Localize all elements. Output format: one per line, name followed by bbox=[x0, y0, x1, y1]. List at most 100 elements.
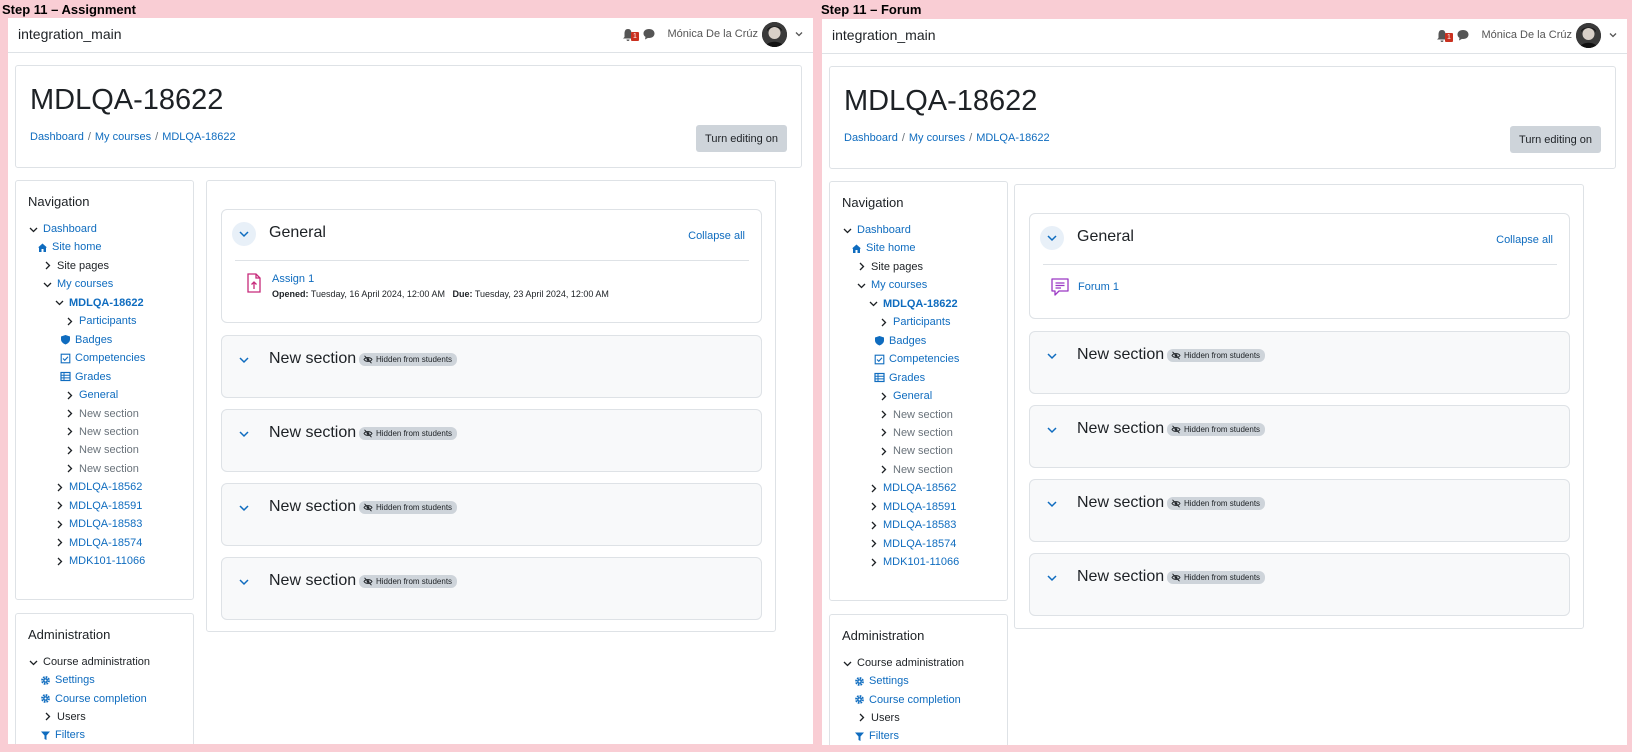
user-name[interactable]: Mónica De la Crúz bbox=[1482, 29, 1572, 41]
admin-item-course-completion[interactable]: Course completion bbox=[854, 692, 961, 708]
nav-item-competencies[interactable]: Competencies bbox=[60, 350, 145, 366]
general-section-title[interactable]: General bbox=[1077, 228, 1134, 246]
nav-item-mdlqa-18622[interactable]: MDLQA-18622 bbox=[54, 295, 144, 311]
collapse-all-link[interactable]: Collapse all bbox=[688, 230, 745, 242]
breadcrumb-course[interactable]: MDLQA-18622 bbox=[976, 132, 1049, 144]
nav-item-new-section[interactable]: New section bbox=[64, 406, 139, 422]
nav-item-mdlqa-18574[interactable]: MDLQA-18574 bbox=[54, 535, 142, 551]
chevron-down-icon[interactable] bbox=[1608, 30, 1618, 40]
section-collapse-toggle[interactable] bbox=[1040, 492, 1064, 516]
section-collapse-toggle[interactable] bbox=[232, 570, 256, 594]
section-collapse-toggle[interactable] bbox=[232, 348, 256, 372]
admin-item-filters[interactable]: Filters bbox=[40, 727, 85, 743]
nav-item-grades[interactable]: Grades bbox=[874, 370, 925, 386]
new-section-card: New section Hidden from students bbox=[221, 409, 762, 472]
nav-item-mdk101-11066[interactable]: MDK101-11066 bbox=[54, 553, 145, 569]
nav-item-site-home[interactable]: Site home bbox=[851, 240, 916, 256]
section-collapse-toggle[interactable] bbox=[1040, 344, 1064, 368]
nav-item-badges[interactable]: Badges bbox=[874, 333, 926, 349]
turn-editing-on-button[interactable]: Turn editing on bbox=[1510, 126, 1601, 153]
section-title[interactable]: New section bbox=[1077, 420, 1164, 438]
nav-item-new-section[interactable]: New section bbox=[878, 425, 953, 441]
admin-item-settings[interactable]: Settings bbox=[40, 672, 95, 688]
section-title[interactable]: New section bbox=[1077, 494, 1164, 512]
section-collapse-toggle[interactable] bbox=[1040, 566, 1064, 590]
tree-item-label: MDLQA-18583 bbox=[69, 518, 143, 531]
site-name-link[interactable]: integration_main bbox=[18, 26, 122, 42]
nav-item-site-home[interactable]: Site home bbox=[37, 239, 102, 255]
nav-item-participants[interactable]: Participants bbox=[64, 313, 136, 329]
section-title[interactable]: New section bbox=[1077, 568, 1164, 586]
nav-item-mdlqa-18591[interactable]: MDLQA-18591 bbox=[868, 499, 956, 515]
section-collapse-toggle[interactable] bbox=[232, 496, 256, 520]
admin-item-users[interactable]: Users bbox=[42, 709, 86, 725]
breadcrumb-dashboard[interactable]: Dashboard bbox=[844, 132, 898, 144]
admin-item-filters[interactable]: Filters bbox=[854, 728, 899, 744]
section-title[interactable]: New section bbox=[1077, 346, 1164, 364]
site-name-link[interactable]: integration_main bbox=[832, 27, 936, 43]
nav-item-dashboard[interactable]: Dashboard bbox=[28, 221, 97, 237]
section-collapse-toggle[interactable] bbox=[1040, 418, 1064, 442]
nav-item-new-section[interactable]: New section bbox=[878, 443, 953, 459]
chevron-right-icon bbox=[67, 446, 73, 455]
messages-icon[interactable] bbox=[1456, 28, 1470, 42]
collapse-all-link[interactable]: Collapse all bbox=[1496, 234, 1553, 246]
breadcrumb-my-courses[interactable]: My courses bbox=[909, 132, 965, 144]
messages-icon[interactable] bbox=[642, 27, 656, 41]
nav-item-my-courses[interactable]: My courses bbox=[42, 276, 113, 292]
nav-item-mdlqa-18574[interactable]: MDLQA-18574 bbox=[868, 536, 956, 552]
section-title[interactable]: New section bbox=[269, 350, 356, 368]
nav-item-my-courses[interactable]: My courses bbox=[856, 277, 927, 293]
section-collapse-toggle[interactable] bbox=[1040, 226, 1064, 250]
nav-item-new-section[interactable]: New section bbox=[64, 424, 139, 440]
user-avatar[interactable] bbox=[1576, 23, 1601, 48]
nav-item-site-pages[interactable]: Site pages bbox=[42, 258, 109, 274]
forum-1-link[interactable]: Forum 1 bbox=[1078, 281, 1119, 293]
nav-item-competencies[interactable]: Competencies bbox=[874, 351, 959, 367]
tree-item-label: MDLQA-18591 bbox=[883, 500, 957, 513]
chevron-down-icon bbox=[869, 301, 878, 307]
admin-item-users[interactable]: Users bbox=[856, 710, 900, 726]
nav-item-new-section[interactable]: New section bbox=[64, 461, 139, 477]
admin-item-course-completion[interactable]: Course completion bbox=[40, 691, 147, 707]
section-title[interactable]: New section bbox=[269, 498, 356, 516]
nav-item-participants[interactable]: Participants bbox=[878, 314, 950, 330]
nav-item-mdk101-11066[interactable]: MDK101-11066 bbox=[868, 554, 959, 570]
nav-item-new-section[interactable]: New section bbox=[64, 442, 139, 458]
turn-editing-on-button[interactable]: Turn editing on bbox=[696, 125, 787, 152]
general-section-title[interactable]: General bbox=[269, 224, 326, 242]
breadcrumb-my-courses[interactable]: My courses bbox=[95, 131, 151, 143]
tree-item-label: MDLQA-18574 bbox=[883, 537, 957, 550]
tree-item-label: New section bbox=[79, 444, 139, 457]
nav-item-dashboard[interactable]: Dashboard bbox=[842, 222, 911, 238]
nav-item-grades[interactable]: Grades bbox=[60, 369, 111, 385]
chevron-right-icon bbox=[45, 712, 51, 721]
nav-item-mdlqa-18591[interactable]: MDLQA-18591 bbox=[54, 498, 142, 514]
tree-item-label: New section bbox=[893, 426, 953, 439]
admin-item-settings[interactable]: Settings bbox=[854, 673, 909, 689]
nav-item-mdlqa-18583[interactable]: MDLQA-18583 bbox=[54, 516, 142, 532]
nav-item-new-section[interactable]: New section bbox=[878, 462, 953, 478]
admin-item-course-administration[interactable]: Course administration bbox=[28, 654, 150, 670]
section-title[interactable]: New section bbox=[269, 572, 356, 590]
nav-item-site-pages[interactable]: Site pages bbox=[856, 259, 923, 275]
user-avatar[interactable] bbox=[762, 22, 787, 47]
admin-item-course-administration[interactable]: Course administration bbox=[842, 655, 964, 671]
assign-1-link[interactable]: Assign 1 bbox=[272, 273, 314, 285]
nav-item-mdlqa-18583[interactable]: MDLQA-18583 bbox=[868, 517, 956, 533]
nav-item-general[interactable]: General bbox=[878, 388, 932, 404]
breadcrumb-dashboard[interactable]: Dashboard bbox=[30, 131, 84, 143]
section-collapse-toggle[interactable] bbox=[232, 222, 256, 246]
nav-item-mdlqa-18622[interactable]: MDLQA-18622 bbox=[868, 296, 958, 312]
section-collapse-toggle[interactable] bbox=[232, 422, 256, 446]
chevron-down-icon[interactable] bbox=[794, 29, 804, 39]
nav-item-new-section[interactable]: New section bbox=[878, 407, 953, 423]
section-title[interactable]: New section bbox=[269, 424, 356, 442]
nav-item-badges[interactable]: Badges bbox=[60, 332, 112, 348]
breadcrumb-course[interactable]: MDLQA-18622 bbox=[162, 131, 235, 143]
breadcrumb-separator: / bbox=[155, 131, 159, 143]
user-name[interactable]: Mónica De la Crúz bbox=[668, 28, 758, 40]
nav-item-mdlqa-18562[interactable]: MDLQA-18562 bbox=[868, 480, 956, 496]
nav-item-general[interactable]: General bbox=[64, 387, 118, 403]
nav-item-mdlqa-18562[interactable]: MDLQA-18562 bbox=[54, 479, 142, 495]
